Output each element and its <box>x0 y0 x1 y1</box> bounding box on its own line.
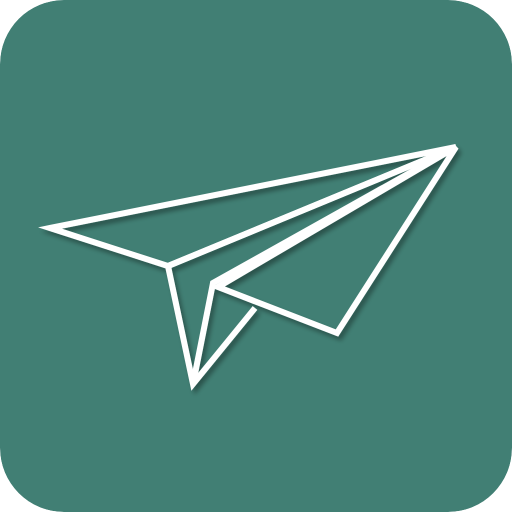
paper-plane-icon <box>0 0 512 512</box>
app-icon[interactable] <box>0 0 512 512</box>
